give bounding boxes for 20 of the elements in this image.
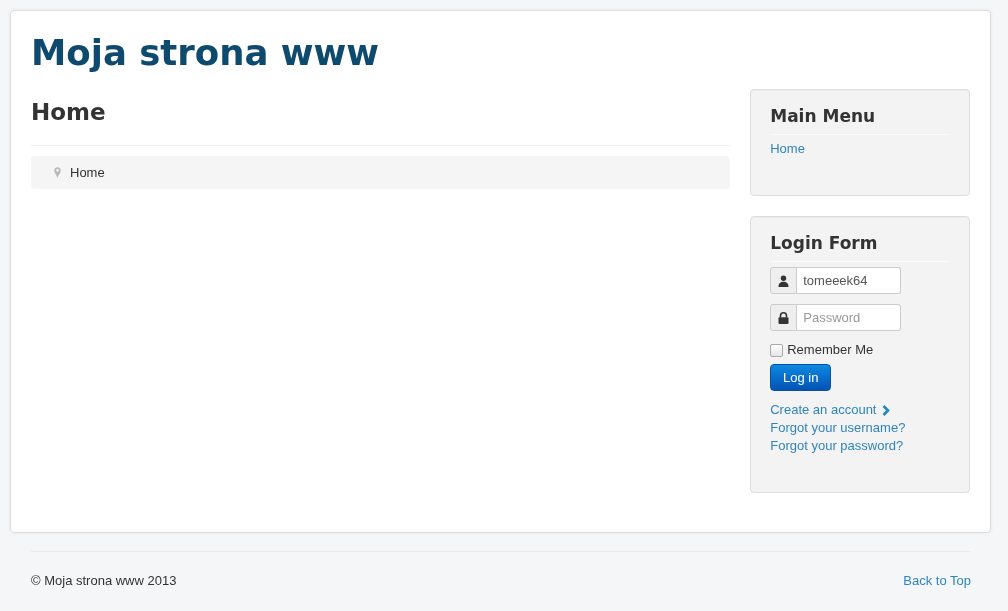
breadcrumb-item: Home — [70, 163, 105, 182]
page-heading: Home — [31, 98, 107, 126]
username-field[interactable]: tomeeek64 — [797, 267, 902, 294]
remember-checkbox[interactable] — [770, 343, 784, 357]
site-title[interactable]: Moja strona www — [31, 31, 380, 74]
account-link[interactable]: Create an account — [770, 401, 877, 419]
panel-title: Login Form — [770, 233, 878, 253]
map-pin-icon — [54, 167, 61, 178]
lock-icon — [770, 304, 798, 331]
account-link[interactable]: Forgot your username? — [770, 419, 906, 437]
menu-link[interactable]: Home — [770, 140, 805, 158]
user-icon — [770, 267, 798, 294]
back-to-top-link[interactable]: Back to Top — [903, 572, 971, 590]
log-in-button[interactable]: Log in — [770, 364, 832, 391]
account-link[interactable]: Forgot your password? — [770, 437, 904, 455]
panel-title: Main Menu — [770, 106, 876, 126]
remember-label: Remember Me — [787, 342, 874, 358]
copyright-text: © Moja strona www 2013 — [31, 572, 177, 590]
password-field[interactable]: Password — [797, 304, 902, 331]
chevron-right-icon — [882, 404, 891, 416]
